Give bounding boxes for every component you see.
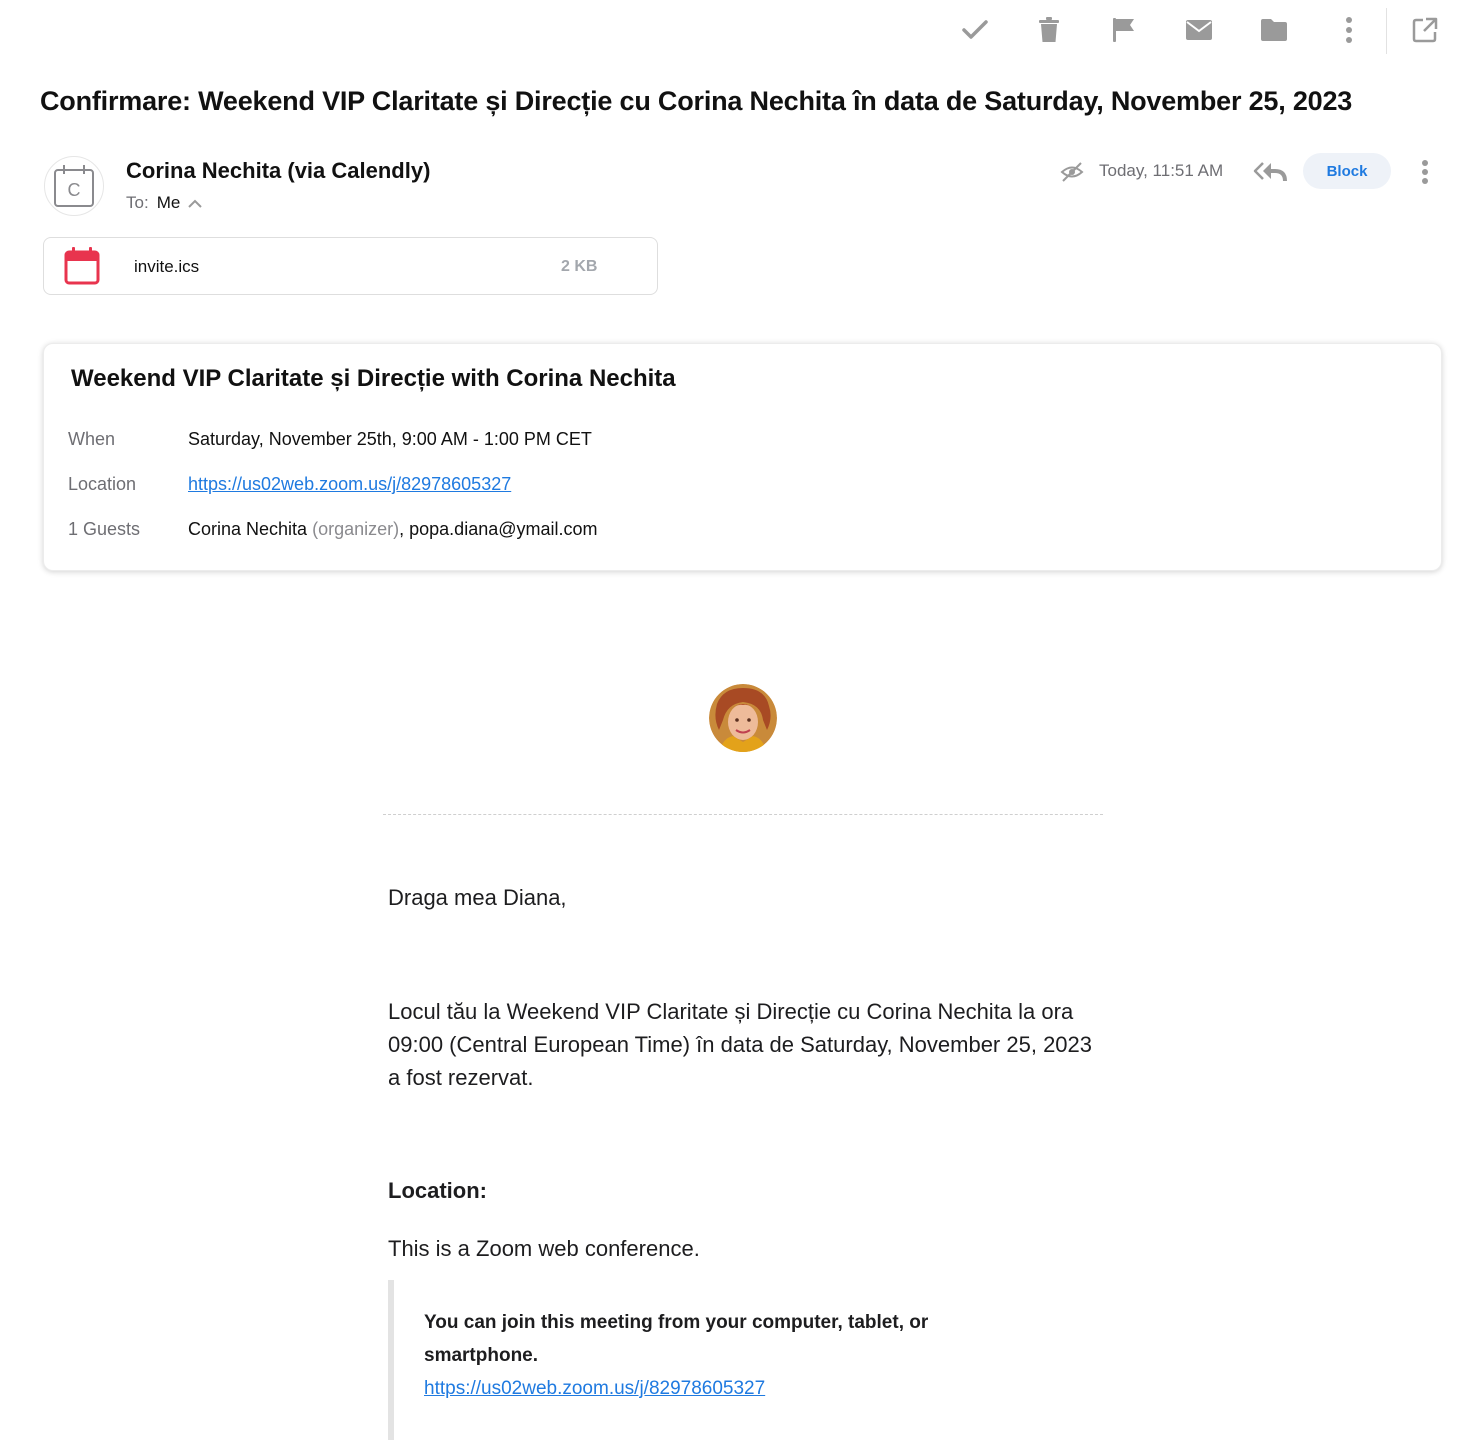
svg-text:C: C (68, 180, 81, 200)
flag-icon[interactable] (1106, 12, 1142, 48)
confirmation-paragraph: Locul tău la Weekend VIP Claritate și Di… (388, 999, 1093, 1090)
sender-avatar: C (44, 156, 104, 216)
location-label: Location (68, 474, 137, 494)
join-instructions: You can join this meeting from your comp… (424, 1312, 929, 1366)
sender-name[interactable]: Corina Nechita (via Calendly) (126, 158, 430, 184)
guest-organizer: Corina Nechita (188, 519, 308, 539)
guests-value: Corina Nechita (organizer), popa.diana@y… (188, 519, 598, 540)
calendar-icon: C (54, 165, 94, 207)
recipient-row: To: Me (126, 193, 204, 213)
attachment-name: invite.ics (134, 257, 200, 276)
join-blockquote: You can join this meeting from your comp… (388, 1280, 1108, 1440)
chevron-up-icon[interactable] (188, 195, 204, 211)
zoom-info-text: This is a Zoom web conference. (388, 1236, 700, 1261)
calendar-file-icon (64, 247, 100, 285)
block-button[interactable]: Block (1303, 153, 1391, 189)
zoom-join-link[interactable]: https://us02web.zoom.us/j/82978605327 (424, 1372, 765, 1405)
email-subject: Confirmare: Weekend VIP Claritate și Dir… (40, 86, 1353, 116)
envelope-icon[interactable] (1181, 12, 1217, 48)
trash-icon[interactable] (1031, 12, 1067, 48)
message-more-icon[interactable] (1410, 156, 1440, 188)
to-value[interactable]: Me (157, 193, 181, 213)
host-profile-photo (709, 684, 777, 752)
reply-all-icon[interactable] (1250, 156, 1290, 188)
toolbar (0, 0, 1466, 62)
more-vertical-icon[interactable] (1331, 12, 1367, 48)
message-timestamp: Today, 11:51 AM (1099, 161, 1224, 180)
guest-email: popa.diana@ymail.com (409, 519, 598, 539)
greeting-text: Draga mea Diana, (388, 885, 567, 910)
event-card: Weekend VIP Claritate și Direcție with C… (43, 343, 1442, 571)
attachment-item[interactable]: invite.ics 2 KB (43, 237, 658, 295)
when-label: When (68, 429, 116, 449)
toolbar-divider (1386, 8, 1387, 54)
event-title: Weekend VIP Claritate și Direcție with C… (71, 365, 676, 392)
event-location-link[interactable]: https://us02web.zoom.us/j/82978605327 (188, 474, 511, 494)
when-value: Saturday, November 25th, 9:00 AM - 1:00 … (188, 429, 592, 449)
location-heading: Location: (388, 1178, 487, 1203)
divider-line (383, 814, 1103, 815)
open-external-icon[interactable] (1407, 12, 1443, 48)
folder-icon[interactable] (1256, 12, 1292, 48)
attachment-size: 2 KB (561, 258, 598, 275)
guest-separator: , (399, 519, 405, 539)
organizer-tag: (organizer) (312, 519, 400, 539)
guests-label: 1 Guests (68, 519, 141, 539)
to-label: To: (126, 193, 149, 212)
check-icon[interactable] (957, 12, 993, 48)
tracker-blocked-icon[interactable] (1058, 158, 1086, 186)
